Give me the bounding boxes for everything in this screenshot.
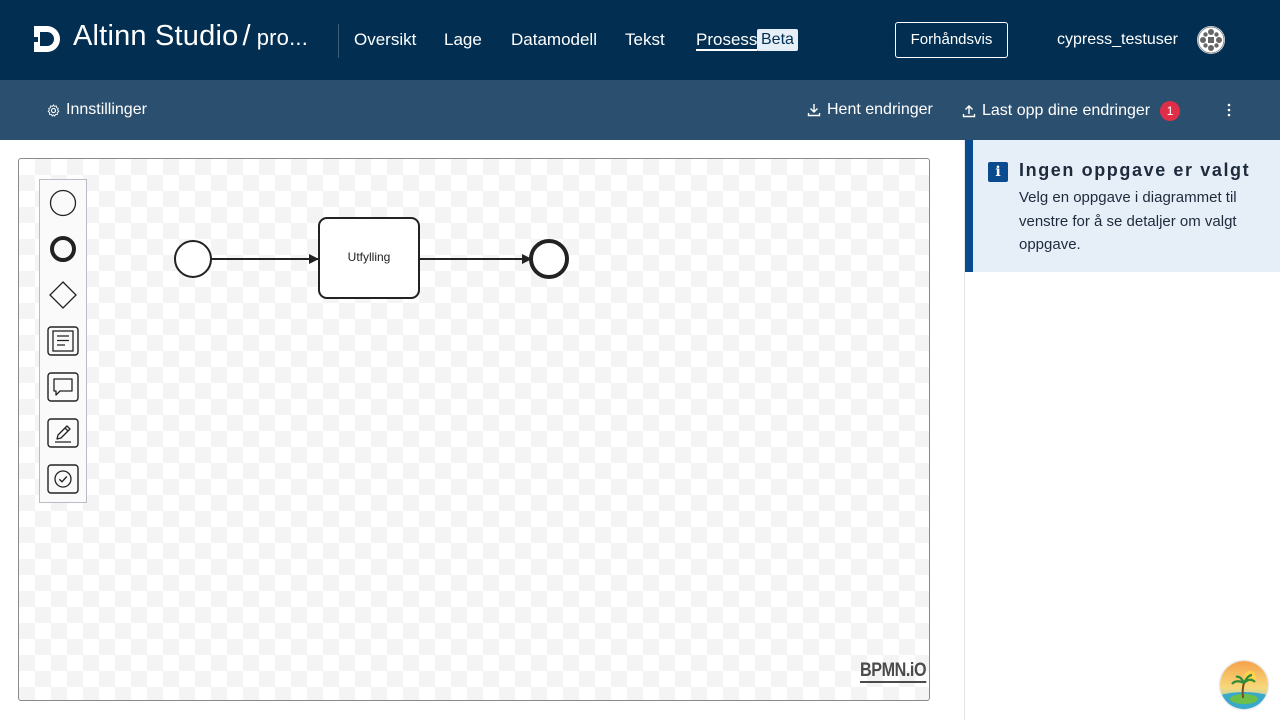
nav-lage[interactable]: Lage — [444, 30, 482, 50]
gear-icon — [47, 103, 60, 117]
top-header: Altinn Studio / pro... Oversikt Lage Datam… — [0, 0, 1280, 80]
altinn-logo-icon[interactable] — [32, 24, 62, 54]
info-text: Velg en oppgave i diagrammet til venstre… — [1019, 189, 1237, 253]
bpmn-diagram — [174, 217, 569, 299]
more-options-icon[interactable] — [1220, 100, 1238, 120]
properties-panel: i Ingen oppgave er valgt Velg en oppgave… — [964, 140, 1280, 720]
title-separator: / — [242, 20, 251, 52]
nav-datamodell[interactable]: Datamodell — [511, 30, 597, 50]
username[interactable]: cypress_testuser — [1057, 31, 1178, 49]
help-assistant-button[interactable] — [1220, 661, 1268, 709]
download-icon — [807, 104, 821, 117]
header-divider — [338, 24, 339, 58]
upload-icon — [962, 105, 976, 118]
island-avatar-icon — [1220, 661, 1268, 709]
nav-tekst[interactable]: Tekst — [625, 30, 665, 50]
upload-changes-label: Last opp dine endringer — [982, 102, 1151, 119]
info-icon: i — [988, 162, 1008, 182]
avatar[interactable] — [1197, 26, 1225, 54]
bpmn-canvas[interactable]: Utfylling BPMN.iO — [18, 158, 930, 701]
end-event[interactable] — [529, 239, 569, 279]
nav-oversikt[interactable]: Oversikt — [354, 30, 416, 50]
fetch-changes-label: Hent endringer — [827, 101, 933, 118]
avatar-icon — [1197, 26, 1225, 54]
nav-prosess[interactable]: Prosess — [696, 30, 757, 50]
preview-button[interactable]: Forhåndsvis — [895, 22, 1008, 58]
app-title[interactable]: Altinn Studio / pro... — [73, 20, 308, 53]
beta-badge: Beta — [757, 29, 798, 51]
repo-name: pro... — [256, 25, 309, 50]
sub-header: Innstillinger Hent endringer Last opp di… — [0, 80, 1280, 140]
upload-changes-button[interactable]: Last opp dine endringer 1 — [962, 101, 1181, 121]
settings-label: Innstillinger — [66, 101, 147, 118]
bpmn-io-logo[interactable]: BPMN.iO — [860, 661, 927, 683]
fetch-changes-button[interactable]: Hent endringer — [807, 101, 933, 119]
task-label: Utfylling — [347, 250, 391, 264]
app-name: Altinn Studio — [73, 20, 239, 52]
info-alert: i Ingen oppgave er valgt Velg en oppgave… — [965, 140, 1280, 272]
settings-button[interactable]: Innstillinger — [47, 101, 147, 119]
info-title: Ingen oppgave er valgt — [1019, 160, 1251, 180]
start-event[interactable] — [174, 240, 212, 278]
changes-count-badge: 1 — [1160, 101, 1181, 121]
